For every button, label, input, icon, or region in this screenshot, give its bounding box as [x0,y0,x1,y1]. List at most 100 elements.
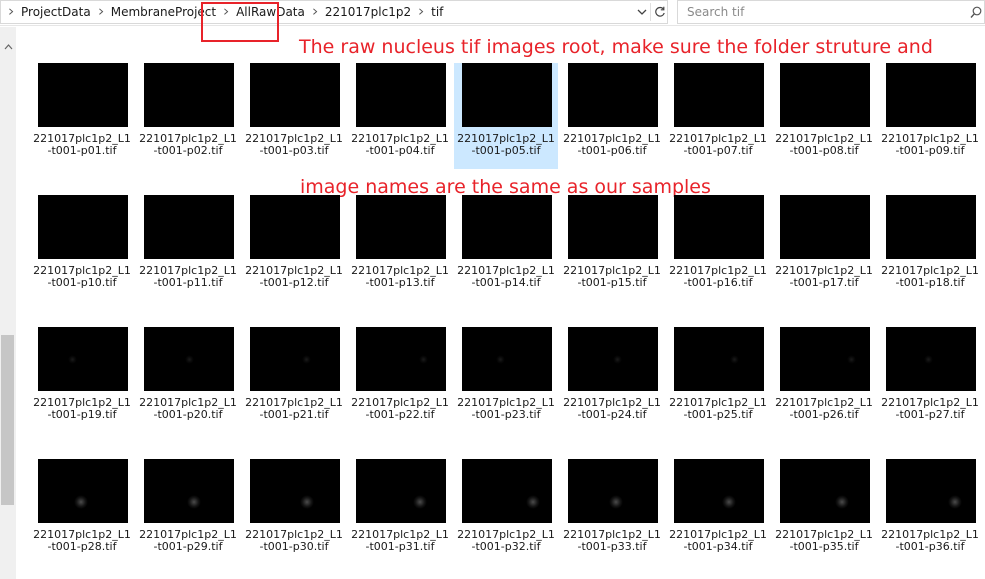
file-name-line2: -t001-p15.tif [577,276,647,289]
search-icon[interactable] [970,5,982,19]
file-item[interactable]: 221017plc1p2_L1 -t001-p08.tif [772,63,876,169]
scrollbar-thumb[interactable] [1,335,14,505]
file-name-line2: -t001-p25.tif [683,408,753,421]
file-item[interactable]: 221017plc1p2_L1 -t001-p23.tif [454,327,558,433]
file-name-line2: -t001-p32.tif [471,540,541,553]
file-name-line2: -t001-p22.tif [365,408,435,421]
file-item[interactable]: 221017plc1p2_L1 -t001-p27.tif [878,327,982,433]
file-item[interactable]: 221017plc1p2_L1 -t001-p09.tif [878,63,982,169]
file-name: 221017plc1p2_L1 -t001-p01.tif [30,133,134,157]
file-item[interactable]: 221017plc1p2_L1 -t001-p34.tif [666,459,770,565]
file-item[interactable]: 221017plc1p2_L1 -t001-p03.tif [242,63,346,169]
file-name-line2: -t001-p24.tif [577,408,647,421]
file-item[interactable]: 221017plc1p2_L1 -t001-p31.tif [348,459,452,565]
refresh-icon[interactable] [650,3,668,21]
nucleus-blob [74,495,88,509]
file-name: 221017plc1p2_L1 -t001-p32.tif [454,529,558,553]
file-name-line2: -t001-p14.tif [471,276,541,289]
file-name: 221017plc1p2_L1 -t001-p19.tif [30,397,134,421]
file-name-line2: -t001-p29.tif [153,540,223,553]
file-item[interactable]: 221017plc1p2_L1 -t001-p24.tif [560,327,664,433]
file-item[interactable]: 221017plc1p2_L1 -t001-p07.tif [666,63,770,169]
image-thumbnail [144,327,234,391]
image-thumbnail [568,327,658,391]
file-item[interactable]: 221017plc1p2_L1 -t001-p19.tif [30,327,134,433]
file-name: 221017plc1p2_L1 -t001-p08.tif [772,133,876,157]
file-name: 221017plc1p2_L1 -t001-p24.tif [560,397,664,421]
nucleus-blob [722,495,736,509]
image-thumbnail [674,63,764,127]
file-item[interactable]: 221017plc1p2_L1 -t001-p33.tif [560,459,664,565]
nucleus-blob [730,355,739,364]
image-thumbnail [886,459,976,523]
file-item[interactable]: 221017plc1p2_L1 -t001-p04.tif [348,63,452,169]
breadcrumb-projectdata[interactable]: ProjectData [21,5,91,19]
chevron-down-icon[interactable] [634,3,650,21]
breadcrumb-membraneproject[interactable]: MembraneProject [111,5,216,19]
image-thumbnail [780,327,870,391]
chevron-right-icon[interactable] [9,6,14,17]
file-item[interactable]: 221017plc1p2_L1 -t001-p12.tif [242,195,346,301]
file-name: 221017plc1p2_L1 -t001-p34.tif [666,529,770,553]
file-name-line2: -t001-p04.tif [365,144,435,157]
file-name: 221017plc1p2_L1 -t001-p11.tif [136,265,240,289]
nucleus-blob [413,495,427,509]
file-item[interactable]: 221017plc1p2_L1 -t001-p21.tif [242,327,346,433]
file-item[interactable]: 221017plc1p2_L1 -t001-p05.tif [454,63,558,169]
image-thumbnail [780,459,870,523]
file-item[interactable]: 221017plc1p2_L1 -t001-p11.tif [136,195,240,301]
chevron-up-icon[interactable] [4,35,13,50]
file-item[interactable]: 221017plc1p2_L1 -t001-p22.tif [348,327,452,433]
file-name-line2: -t001-p31.tif [365,540,435,553]
file-name-line2: -t001-p27.tif [895,408,965,421]
breadcrumb-allrawdata[interactable]: AllRawData [236,5,305,19]
chevron-right-icon[interactable] [419,6,424,17]
file-item[interactable]: 221017plc1p2_L1 -t001-p18.tif [878,195,982,301]
file-item[interactable]: 221017plc1p2_L1 -t001-p13.tif [348,195,452,301]
file-item[interactable]: 221017plc1p2_L1 -t001-p29.tif [136,459,240,565]
image-thumbnail [568,63,658,127]
file-item[interactable]: 221017plc1p2_L1 -t001-p20.tif [136,327,240,433]
file-item[interactable]: 221017plc1p2_L1 -t001-p32.tif [454,459,558,565]
chevron-right-icon[interactable] [224,6,229,17]
file-name: 221017plc1p2_L1 -t001-p18.tif [878,265,982,289]
file-item[interactable]: 221017plc1p2_L1 -t001-p01.tif [30,63,134,169]
file-item[interactable]: 221017plc1p2_L1 -t001-p02.tif [136,63,240,169]
file-item[interactable]: 221017plc1p2_L1 -t001-p25.tif [666,327,770,433]
file-name-line2: -t001-p36.tif [895,540,965,553]
chevron-right-icon[interactable] [98,6,104,17]
file-item[interactable]: 221017plc1p2_L1 -t001-p36.tif [878,459,982,565]
file-name: 221017plc1p2_L1 -t001-p23.tif [454,397,558,421]
vertical-scrollbar[interactable] [0,27,16,579]
file-item[interactable]: 221017plc1p2_L1 -t001-p30.tif [242,459,346,565]
file-item[interactable]: 221017plc1p2_L1 -t001-p17.tif [772,195,876,301]
search-input[interactable]: Search tif [677,0,985,24]
file-item[interactable]: 221017plc1p2_L1 -t001-p28.tif [30,459,134,565]
breadcrumb-tif[interactable]: tif [431,5,443,19]
file-name: 221017plc1p2_L1 -t001-p05.tif [454,133,558,157]
nucleus-blob [835,495,849,509]
file-item[interactable]: 221017plc1p2_L1 -t001-p14.tif [454,195,558,301]
file-name-line2: -t001-p11.tif [153,276,223,289]
file-name-line2: -t001-p33.tif [577,540,647,553]
file-item[interactable]: 221017plc1p2_L1 -t001-p35.tif [772,459,876,565]
file-item[interactable]: 221017plc1p2_L1 -t001-p15.tif [560,195,664,301]
file-item[interactable]: 221017plc1p2_L1 -t001-p06.tif [560,63,664,169]
image-thumbnail [38,327,128,391]
file-name: 221017plc1p2_L1 -t001-p21.tif [242,397,346,421]
breadcrumb-221017plc1p2[interactable]: 221017plc1p2 [325,5,411,19]
nucleus-blob [302,355,311,364]
file-item[interactable]: 221017plc1p2_L1 -t001-p26.tif [772,327,876,433]
address-bar[interactable]: ProjectData MembraneProject AllRawData 2… [0,0,668,24]
file-name-line2: -t001-p19.tif [47,408,117,421]
file-name-line2: -t001-p06.tif [577,144,647,157]
file-name: 221017plc1p2_L1 -t001-p13.tif [348,265,452,289]
image-thumbnail [144,459,234,523]
image-thumbnail [356,327,446,391]
file-name: 221017plc1p2_L1 -t001-p31.tif [348,529,452,553]
file-name: 221017plc1p2_L1 -t001-p04.tif [348,133,452,157]
file-item[interactable]: 221017plc1p2_L1 -t001-p10.tif [30,195,134,301]
file-item[interactable]: 221017plc1p2_L1 -t001-p16.tif [666,195,770,301]
chevron-right-icon[interactable] [312,6,318,17]
file-name: 221017plc1p2_L1 -t001-p28.tif [30,529,134,553]
